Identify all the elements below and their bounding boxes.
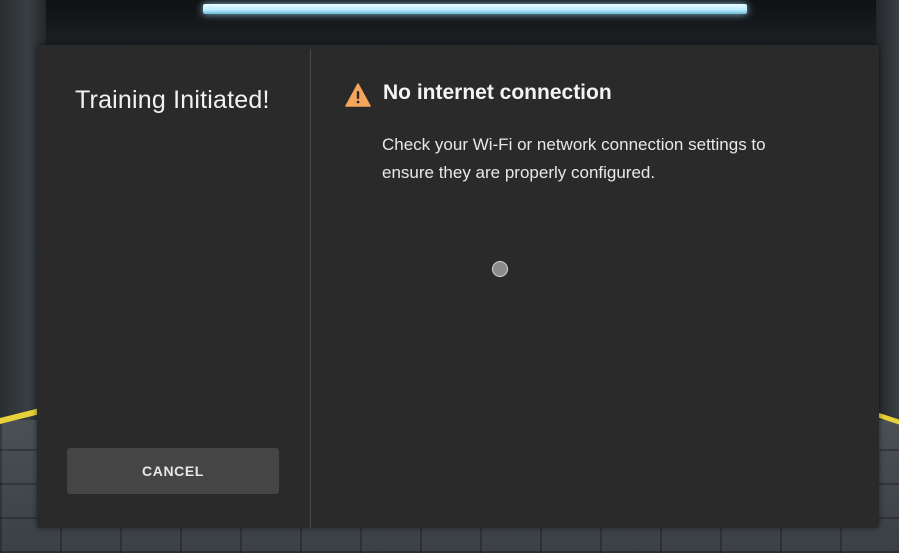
error-message: Check your Wi-Fi or network connection s… bbox=[382, 135, 766, 182]
error-heading: No internet connection bbox=[383, 81, 612, 104]
ceiling-light bbox=[203, 4, 747, 14]
dialog-left-pane: Training Initiated! CANCEL bbox=[37, 45, 310, 528]
pointer-cursor bbox=[492, 261, 508, 277]
training-dialog: Training Initiated! CANCEL No internet c… bbox=[37, 45, 879, 528]
vr-environment: Training Initiated! CANCEL No internet c… bbox=[0, 0, 899, 553]
dialog-title: Training Initiated! bbox=[75, 86, 270, 114]
warning-triangle-icon bbox=[345, 83, 371, 107]
cancel-button[interactable]: CANCEL bbox=[67, 448, 279, 494]
dialog-right-pane: No internet connection Check your Wi-Fi … bbox=[311, 45, 879, 528]
